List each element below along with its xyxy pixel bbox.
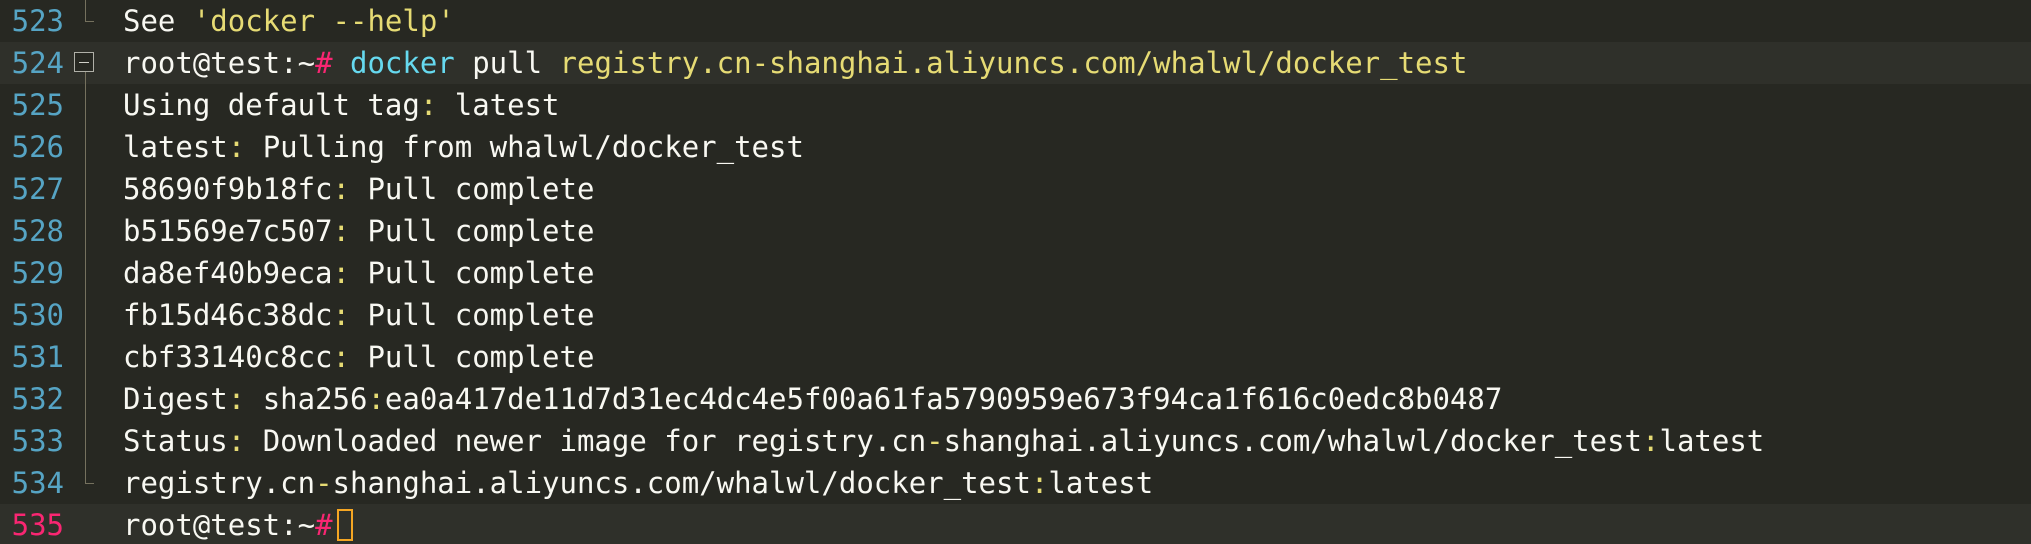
terminal-line: 523 See 'docker --help' — [0, 0, 2031, 42]
prompt-user: root@test:~ — [123, 46, 316, 80]
line-content: fb15d46c38dc: Pull complete — [123, 298, 595, 332]
fold-guide — [72, 210, 108, 252]
line-number: 532 — [11, 382, 64, 416]
fold-end-marker — [72, 462, 108, 504]
terminal-line-command: 524 root@test:~# docker pull registry.cn… — [0, 42, 2031, 84]
fold-guide — [72, 378, 108, 420]
terminal-line: 529 da8ef40b9eca: Pull complete — [0, 252, 2031, 294]
terminal-line: 526 latest: Pulling from whalwl/docker_t… — [0, 126, 2031, 168]
image-name: registry.cn-shanghai.aliyuncs.com/whalwl… — [559, 46, 1468, 80]
line-content: Using default tag: latest — [123, 88, 560, 122]
prompt-user: root@test:~ — [123, 508, 316, 542]
line-number: 527 — [11, 172, 64, 206]
terminal-line: 527 58690f9b18fc: Pull complete — [0, 168, 2031, 210]
line-content: Digest: sha256:ea0a417de11d7d31ec4dc4e5f… — [123, 382, 1503, 416]
fold-end-marker — [72, 0, 108, 42]
terminal-line: 533 Status: Downloaded newer image for r… — [0, 420, 2031, 462]
fold-guide — [72, 84, 108, 126]
fold-guide — [72, 252, 108, 294]
line-content: Status: Downloaded newer image for regis… — [123, 424, 1765, 458]
line-number: 526 — [11, 130, 64, 164]
fold-guide — [72, 420, 108, 462]
line-number: 525 — [11, 88, 64, 122]
line-number: 533 — [11, 424, 64, 458]
line-number: 524 — [11, 46, 64, 80]
fold-collapse-button[interactable] — [72, 42, 108, 84]
line-number: 531 — [11, 340, 64, 374]
text-cursor[interactable] — [336, 509, 353, 541]
line-content: latest: Pulling from whalwl/docker_test — [123, 130, 804, 164]
line-content: registry.cn-shanghai.aliyuncs.com/whalwl… — [123, 466, 1154, 500]
line-content[interactable]: root@test:~# — [123, 504, 353, 544]
terminal-line: 528 b51569e7c507: Pull complete — [0, 210, 2031, 252]
prompt-symbol: # — [315, 508, 333, 542]
fold-guide — [72, 168, 108, 210]
line-number: 523 — [11, 4, 64, 38]
terminal-line-current[interactable]: 535 root@test:~# — [0, 504, 2031, 544]
minus-icon[interactable] — [74, 52, 94, 72]
terminal-line: 530 fb15d46c38dc: Pull complete — [0, 294, 2031, 336]
line-number: 530 — [11, 298, 64, 332]
terminal-line: 525 Using default tag: latest — [0, 84, 2031, 126]
fold-guide — [72, 294, 108, 336]
prompt-symbol: # — [315, 46, 333, 80]
terminal-window[interactable]: 523 See 'docker --help' 524 root@test:~#… — [0, 0, 2031, 544]
fold-guide — [72, 336, 108, 378]
line-number: 529 — [11, 256, 64, 290]
terminal-line: 534 registry.cn-shanghai.aliyuncs.com/wh… — [0, 462, 2031, 504]
line-number: 528 — [11, 214, 64, 248]
terminal-line: 532 Digest: sha256:ea0a417de11d7d31ec4dc… — [0, 378, 2031, 420]
line-content: root@test:~# docker pull registry.cn-sha… — [123, 46, 1468, 80]
line-content: 58690f9b18fc: Pull complete — [123, 172, 595, 206]
line-content: b51569e7c507: Pull complete — [123, 214, 595, 248]
line-content: cbf33140c8cc: Pull complete — [123, 340, 595, 374]
terminal-line: 531 cbf33140c8cc: Pull complete — [0, 336, 2031, 378]
fold-guide — [72, 126, 108, 168]
line-content: See 'docker --help' — [123, 4, 455, 38]
line-number-current: 535 — [11, 508, 64, 542]
line-number: 534 — [11, 466, 64, 500]
line-content: da8ef40b9eca: Pull complete — [123, 256, 595, 290]
command-name: docker — [350, 46, 455, 80]
